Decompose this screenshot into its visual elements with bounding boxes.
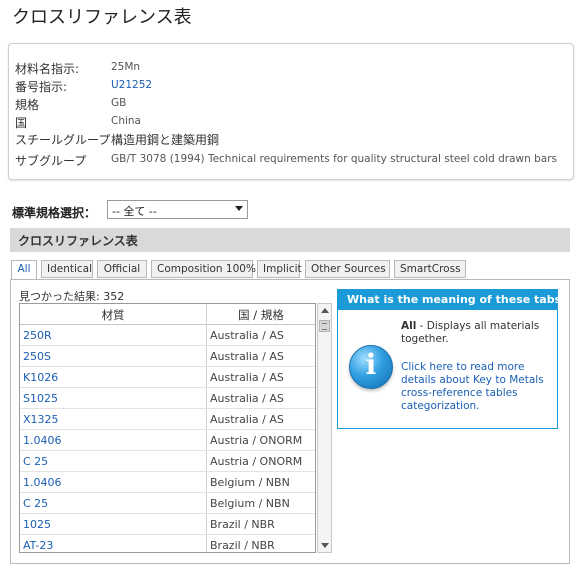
tab-official[interactable]: Official	[97, 260, 147, 278]
material-link[interactable]: 1.0406	[23, 476, 62, 489]
material-link[interactable]: K1026	[23, 371, 58, 384]
section-title: クロスリファレンス表	[18, 234, 138, 248]
page-title: クロスリファレンス表	[12, 7, 192, 28]
info-label: スチールグループ	[15, 133, 111, 147]
scroll-up-arrow-icon[interactable]	[321, 308, 329, 313]
info-label: 材料名指示:	[15, 62, 80, 76]
standard-value: GB	[111, 97, 127, 109]
country-standard: Brazil / NBR	[210, 539, 275, 552]
table-row: AT-23 Brazil / NBR	[20, 535, 315, 552]
country-standard: Belgium / NBN	[210, 497, 290, 510]
material-link[interactable]: 250S	[23, 350, 51, 363]
country-standard: Brazil / NBR	[210, 518, 275, 531]
material-link[interactable]: 1.0406	[23, 434, 62, 447]
tab-identical[interactable]: Identical	[41, 260, 93, 278]
scroll-down-arrow-icon[interactable]	[321, 543, 329, 548]
material-link[interactable]: C 25	[23, 497, 48, 510]
material-info-panel: 材料名指示: 25Mn 番号指示: U21252 規格 GB 国 China ス…	[8, 43, 574, 180]
material-link[interactable]: 1025	[23, 518, 51, 531]
table-row: C 25 Belgium / NBN	[20, 493, 315, 514]
results-table: 材質 国 / 規格 250R Australia / AS 250S Austr…	[19, 303, 316, 553]
help-all-description: All - Displays all materials together.	[401, 320, 551, 346]
material-link[interactable]: S1025	[23, 392, 58, 405]
results-count: 見つかった結果: 352	[19, 290, 125, 303]
table-row: 1.0406 Belgium / NBN	[20, 472, 315, 493]
table-row: 1025 Brazil / NBR	[20, 514, 315, 535]
info-label: 国	[15, 116, 28, 130]
table-row: S1025 Australia / AS	[20, 388, 315, 409]
country-standard: Belgium / NBN	[210, 476, 290, 489]
material-link[interactable]: C 25	[23, 455, 48, 468]
table-row: C 25 Austria / ONORM	[20, 451, 315, 472]
country-standard: Australia / AS	[210, 350, 284, 363]
country-standard: Australia / AS	[210, 413, 284, 426]
country-standard: Australia / AS	[210, 329, 284, 342]
country-standard: Austria / ONORM	[210, 434, 303, 447]
help-all-text: - Displays all materials together.	[401, 320, 540, 345]
info-icon: i	[349, 345, 393, 389]
country-value: China	[111, 115, 141, 127]
tab-all[interactable]: All	[11, 260, 37, 280]
column-header-material[interactable]: 材質	[20, 304, 206, 325]
material-link[interactable]: X1325	[23, 413, 59, 426]
table-row: 250S Australia / AS	[20, 346, 315, 367]
info-label: 番号指示:	[15, 80, 68, 94]
country-standard: Australia / AS	[210, 392, 284, 405]
scroll-thumb[interactable]	[319, 320, 330, 332]
tab-composition[interactable]: Composition 100%	[151, 260, 256, 278]
tabs-help-panel: What is the meaning of these tabs? i All…	[337, 289, 568, 429]
material-number-link[interactable]: U21252	[111, 79, 152, 91]
tab-implicit[interactable]: Implicit	[257, 260, 302, 278]
help-details-link[interactable]: Click here to read more details about Ke…	[401, 361, 556, 413]
table-row: 1.0406 Austria / ONORM	[20, 430, 315, 451]
table-row: 250R Australia / AS	[20, 325, 315, 346]
help-title: What is the meaning of these tabs?	[338, 290, 568, 310]
material-name-value: 25Mn	[111, 61, 141, 73]
table-scrollbar[interactable]	[317, 303, 332, 553]
country-standard: Austria / ONORM	[210, 455, 303, 468]
table-row: K1026 Australia / AS	[20, 367, 315, 388]
material-link[interactable]: AT-23	[23, 539, 53, 552]
section-header: クロスリファレンス表	[10, 228, 570, 252]
standard-select-label: 標準規格選択：	[12, 206, 97, 220]
country-standard: Australia / AS	[210, 371, 284, 384]
subgroup-value: GB/T 3078 (1994) Technical requirements …	[111, 153, 557, 165]
steel-group-value: 構造用鋼と建築用鋼	[111, 133, 220, 147]
standard-select-value: -- 全て --	[112, 205, 157, 218]
info-label: 規格	[15, 98, 40, 112]
tab-other-sources[interactable]: Other Sources	[305, 260, 390, 278]
tab-smartcross[interactable]: SmartCross	[394, 260, 466, 278]
table-row: X1325 Australia / AS	[20, 409, 315, 430]
column-header-country[interactable]: 国 / 規格	[207, 304, 315, 325]
material-link[interactable]: 250R	[23, 329, 52, 342]
info-label: サブグループ	[15, 154, 87, 168]
chevron-down-icon	[235, 206, 243, 211]
standard-select[interactable]: -- 全て --	[107, 200, 248, 219]
help-all-term: All	[401, 320, 417, 332]
